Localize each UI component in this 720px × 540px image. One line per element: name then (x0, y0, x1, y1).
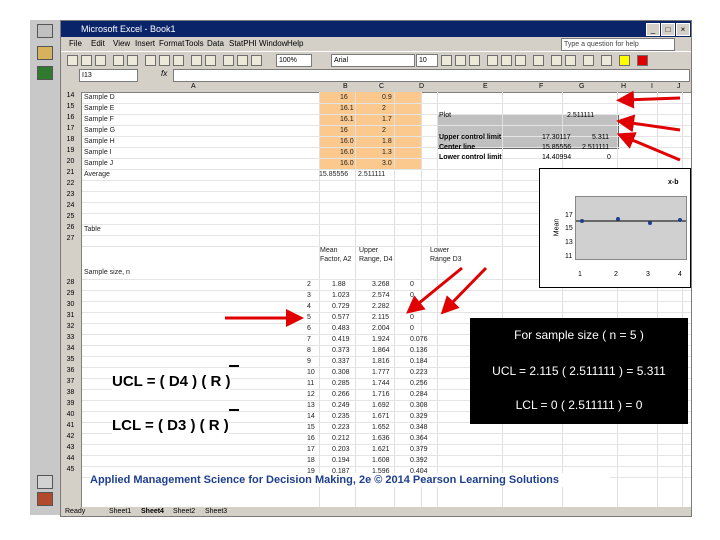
arrow-ucl (616, 114, 681, 133)
calculation-box: For sample size ( n = 5 ) UCL = 2.115 ( … (470, 318, 688, 424)
r-bar-overline (229, 409, 239, 411)
calc-ucl: UCL = 2.115 ( 2.511111 ) = 5.311 (492, 364, 666, 378)
lcl-formula: LCL = ( D3 ) ( R ) (112, 417, 229, 434)
calc-heading: For sample size ( n = 5 ) (514, 328, 644, 342)
arrow-lcl (616, 132, 681, 162)
footer-credit: Applied Management Science for Decision … (90, 473, 610, 487)
calc-lcl: LCL = 0 ( 2.511111 ) = 0 (515, 398, 643, 412)
arrow-plot (616, 90, 681, 109)
annotation-arrows (225, 90, 681, 327)
r-bar-overline (229, 365, 239, 367)
ucl-formula: UCL = ( D4 ) ( R ) (112, 373, 231, 390)
